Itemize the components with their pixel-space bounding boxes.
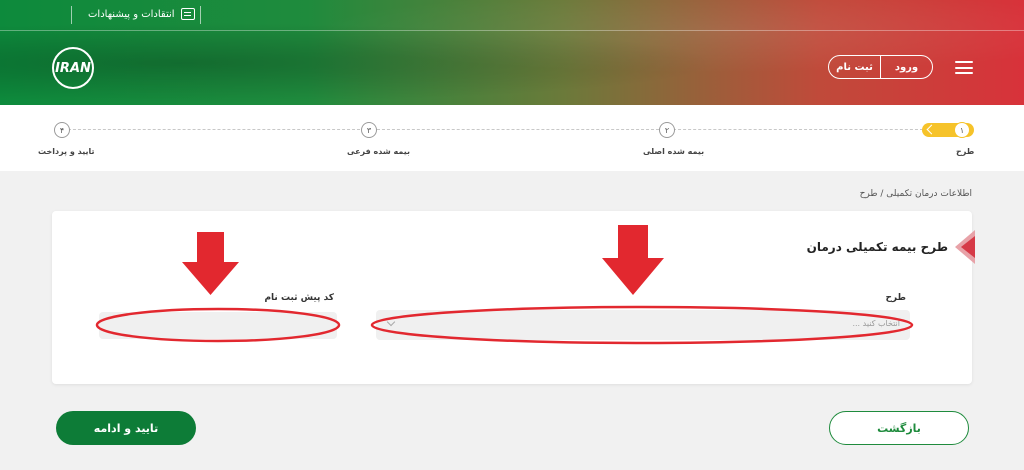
step-2-label: بیمه شده اصلی: [643, 147, 705, 156]
progress-stepper: ۱ طرح ۲ بیمه شده اصلی ۳ بیمه شده فرعی ۴ …: [0, 105, 1024, 171]
step-3-label: بیمه شده فرعی: [347, 147, 411, 156]
form-card: [52, 211, 972, 384]
step-connector: [673, 129, 923, 130]
step-4-circle[interactable]: ۴: [54, 122, 70, 138]
feedback-label: انتقادات و پیشنهادات: [88, 8, 175, 20]
step-connector: [63, 129, 365, 130]
back-button[interactable]: بازگشت: [829, 411, 969, 445]
login-button[interactable]: ورود: [881, 56, 932, 78]
site-header: انتقادات و پیشنهادات IRAN ثبت نام ورود: [0, 0, 1024, 105]
step-4-label: تایید و پرداخت: [38, 147, 95, 156]
confirm-continue-button[interactable]: تایید و ادامه: [56, 411, 196, 445]
form-title: طرح بیمه تکمیلی درمان: [806, 240, 948, 254]
hamburger-icon[interactable]: [955, 61, 973, 74]
chat-bubble-icon: [180, 8, 195, 20]
site-logo[interactable]: IRAN: [52, 47, 94, 89]
step-1-circle[interactable]: ۱: [954, 122, 970, 138]
precode-label: کد پیش ثبت نام: [264, 293, 334, 303]
precode-input[interactable]: [99, 312, 337, 339]
step-1-label: طرح: [956, 147, 975, 156]
signup-button[interactable]: ثبت نام: [829, 56, 880, 78]
topbar-separator: [71, 6, 72, 24]
feedback-link[interactable]: انتقادات و پیشنهادات: [88, 5, 195, 23]
plan-label: طرح: [885, 293, 906, 303]
plan-select[interactable]: انتخاب کنید ...: [376, 310, 910, 340]
step-2-circle[interactable]: ۲: [659, 122, 675, 138]
topbar-divider: [0, 30, 1024, 31]
auth-pill: ثبت نام ورود: [828, 55, 933, 79]
step-3-circle[interactable]: ۳: [361, 122, 377, 138]
step-connector: [377, 129, 659, 130]
plan-placeholder: انتخاب کنید ...: [852, 319, 900, 328]
card-accent-marker: [955, 230, 975, 264]
chevron-down-icon: [386, 317, 396, 327]
breadcrumb: اطلاعات درمان تکمیلی / طرح: [859, 189, 972, 199]
topbar-separator: [200, 6, 201, 24]
